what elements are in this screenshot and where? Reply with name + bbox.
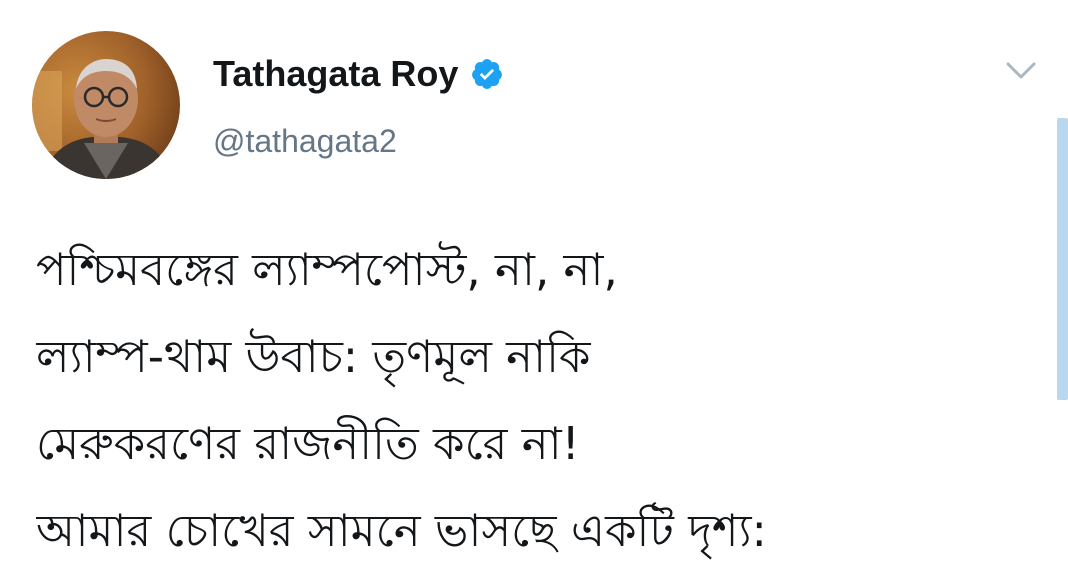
author-name-text[interactable]: Tathagata Roy xyxy=(213,52,458,96)
tweet-text-line: পশ্চিমবঙ্গের ল্যাম্পপোস্ট, না, না, xyxy=(36,243,618,296)
tweet-menu-button[interactable] xyxy=(1002,56,1040,86)
tweet-text-line: মেরুকরণের রাজনীতি করে না! xyxy=(36,417,580,470)
tweet-text-line: ল্যাম্প-থাম উবাচ: তৃণমূল নাকি xyxy=(36,330,591,383)
author-name[interactable]: Tathagata Roy xyxy=(213,52,504,96)
tweet-text: পশ্চিমবঙ্গের ল্যাম্পপোস্ট, না, না, ল্যাম… xyxy=(36,226,1036,574)
chevron-down-icon xyxy=(1006,62,1036,79)
verified-badge-icon xyxy=(470,57,504,91)
avatar[interactable] xyxy=(32,31,180,179)
scrollbar[interactable] xyxy=(1057,118,1068,400)
profile-photo-icon xyxy=(32,31,180,179)
tweet-text-line: আমার চোখের সামনে ভাসছে একটি দৃশ্য: xyxy=(36,504,767,557)
tweet-card: Tathagata Roy @tathagata2 পশ্চিমবঙ্গের ল… xyxy=(0,0,1068,580)
author-handle[interactable]: @tathagata2 xyxy=(213,121,397,161)
